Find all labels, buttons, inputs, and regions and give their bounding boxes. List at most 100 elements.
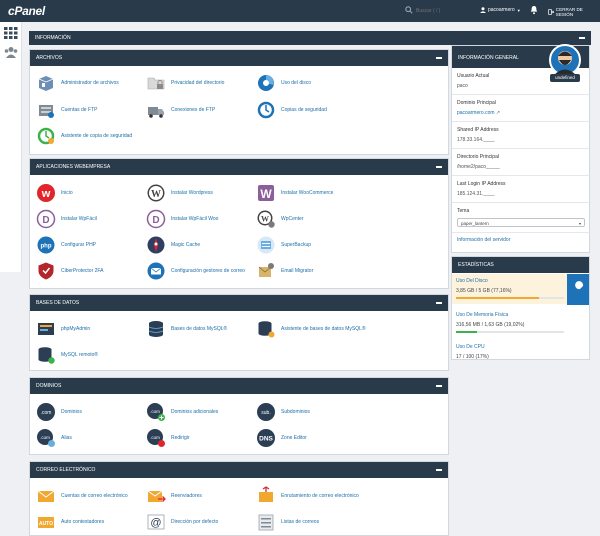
backup-wizard-link[interactable]: Asistente de copia de seguridad — [36, 126, 132, 146]
collapse-minus-icon[interactable] — [436, 57, 442, 59]
database-wizard-icon — [258, 321, 275, 338]
disk-usage-link[interactable]: Uso del disco — [256, 73, 311, 93]
logout-icon — [548, 9, 554, 15]
collapse-minus-icon[interactable] — [436, 302, 442, 304]
user-menu[interactable]: pacoarmero ▼ — [480, 7, 521, 13]
logout-button[interactable]: CERRAR DE SESIÓN — [548, 7, 600, 17]
mailing-lists-link[interactable]: Listas de correos — [256, 512, 319, 532]
disk-usage-bar — [456, 297, 564, 299]
files-panel-header[interactable]: ARCHIVOS — [30, 50, 448, 66]
svg-text:W: W — [151, 189, 161, 200]
statistics-panel: ESTADÍSTICAS Uso Del Disco 3,85 GB / 5 G… — [451, 256, 590, 360]
domains-link[interactable]: .com Dominios — [36, 402, 82, 422]
ciberprotector-link[interactable]: CiberProtector 2FA — [36, 261, 104, 281]
settings-tab[interactable] — [567, 274, 589, 305]
magic-cache-link[interactable]: Magic Cache — [146, 235, 200, 255]
ftp-accounts-link[interactable]: Cuentas de FTP — [36, 100, 97, 120]
collapse-minus-icon[interactable] — [436, 166, 442, 168]
email-title: CORREO ELECTRÓNICO — [36, 467, 96, 473]
svg-text:sub.: sub. — [261, 410, 270, 416]
cpu-usage-stat[interactable]: Uso De CPU 17 / 100 (17%) — [452, 340, 568, 359]
aliases-link[interactable]: .com Alias — [36, 428, 72, 448]
folder-lock-icon — [147, 77, 165, 90]
mysql-databases-link[interactable]: Bases de datos MySQL® — [146, 319, 227, 339]
subdomains-link[interactable]: sub. Subdominios — [256, 402, 310, 422]
grid-home-icon[interactable] — [4, 27, 18, 39]
phpmyadmin-link[interactable]: phpMyAdmin — [36, 319, 90, 339]
collapse-minus-icon[interactable] — [579, 37, 585, 39]
chevron-down-icon: ▼ — [516, 7, 521, 13]
install-wpfacil-link[interactable]: D Instalar WpFácil — [36, 209, 97, 229]
remote-mysql-link[interactable]: MySQL remoto® — [36, 345, 98, 365]
phpmyadmin-icon — [38, 323, 54, 335]
email-routing-link[interactable]: Enrutamiento de correo electrónico — [256, 486, 359, 506]
email-header[interactable]: CORREO ELECTRÓNICO — [30, 462, 448, 478]
inicio-link[interactable]: w Inicio — [36, 183, 73, 203]
mail-managers-config-link[interactable]: Configuración gestores de correo — [146, 261, 245, 281]
install-wpfacil-woo-link[interactable]: D Instalar WpFácil Woo — [146, 209, 218, 229]
webempresa-w-icon: w — [37, 184, 55, 202]
collapse-minus-icon[interactable] — [436, 469, 442, 471]
main-domain-row: Dominio Principal pacoarmero.com ↗ — [452, 95, 591, 122]
shared-ip-row: Shared IP Address 178.33.164.____ — [452, 122, 591, 149]
svg-text:DNS: DNS — [259, 436, 273, 443]
ftp-connections-link[interactable]: Conexiones de FTP — [146, 100, 215, 120]
domains-header[interactable]: DOMINIOS — [30, 378, 448, 394]
configure-php-link[interactable]: php Configurar PHP — [36, 235, 96, 255]
webempresa-apps-header[interactable]: APLICACIONES WEBEMPRESA — [30, 159, 448, 175]
information-bar[interactable]: INFORMACIÓN — [29, 31, 591, 45]
file-manager-icon — [38, 76, 54, 91]
backups-link[interactable]: Copias de seguridad — [256, 100, 327, 120]
ftp-connections-icon — [148, 107, 164, 118]
email-panel: CORREO ELECTRÓNICO Cuentas de correo ele… — [29, 461, 449, 536]
forwarders-link[interactable]: Reenviadores — [146, 486, 202, 506]
install-wordpress-link[interactable]: W Instalar Wordpress — [146, 183, 213, 203]
database-icon — [148, 321, 164, 337]
search-input[interactable] — [416, 5, 468, 16]
left-sidebar — [0, 22, 22, 272]
svg-text:AUTO: AUTO — [39, 521, 53, 527]
main-domain-link[interactable]: pacoarmero.com ↗ — [457, 110, 500, 116]
domains-panel: DOMINIOS .com Dominios .com Dominios adi… — [29, 377, 449, 455]
disk-usage-stat[interactable]: Uso Del Disco 3,85 GB / 5 GB (77,16%) — [452, 274, 568, 304]
memory-usage-stat[interactable]: Uso De Memoria Física 316,56 MB / 1,63 G… — [452, 308, 568, 338]
wpcenter-link[interactable]: W WpCenter — [256, 209, 304, 229]
at-sign-icon: @ — [147, 514, 165, 530]
cpanel-logo[interactable]: cPanel — [8, 4, 45, 18]
statistics-title: ESTADÍSTICAS — [452, 257, 589, 273]
install-woocommerce-link[interactable]: W Instalar WooCommerce — [256, 183, 333, 203]
redirects-link[interactable]: .com Redirigir — [146, 428, 190, 448]
chevron-down-icon: ▾ — [578, 220, 581, 226]
mysql-wizard-link[interactable]: Asistente de bases de datos MySQL® — [256, 319, 366, 339]
superbackup-link[interactable]: SuperBackup — [256, 235, 311, 255]
files-panel: ARCHIVOS Administrador de archivos Priva… — [29, 49, 449, 155]
svg-text:W: W — [261, 215, 269, 224]
databases-header[interactable]: BASES DE DATOS — [30, 295, 448, 311]
file-manager-link[interactable]: Administrador de archivos — [36, 73, 119, 93]
users-icon[interactable] — [4, 46, 18, 58]
collapse-minus-icon[interactable] — [436, 385, 442, 387]
email-migrator-link[interactable]: Email Migrator — [256, 261, 313, 281]
mailing-list-icon — [258, 514, 274, 531]
email-migrator-icon — [258, 263, 274, 277]
wordpress-icon: W — [147, 184, 165, 202]
theme-select[interactable]: paper_lantern ▾ — [457, 218, 585, 227]
autoresponders-link[interactable]: AUTO Auto contestadores — [36, 512, 104, 532]
magic-cache-icon — [147, 236, 165, 254]
top-navigation-bar: cPanel pacoarmero ▼ CERRAR DE SESIÓN — [0, 0, 600, 22]
notifications-bell-icon[interactable] — [530, 5, 538, 15]
alias-icon: .com — [37, 429, 55, 447]
addon-domains-link[interactable]: .com Dominios adicionales — [146, 402, 218, 422]
search-icon — [405, 6, 413, 14]
mail-settings-icon — [147, 262, 165, 280]
server-info-link[interactable]: Información del servidor — [457, 237, 510, 243]
routing-icon — [259, 486, 273, 502]
directory-privacy-link[interactable]: Privacidad del directorio — [146, 73, 224, 93]
avatar-name-label: undefined — [550, 74, 580, 82]
logout-label: CERRAR DE SESIÓN — [555, 7, 583, 17]
databases-panel: BASES DE DATOS phpMyAdmin Bases de datos… — [29, 294, 449, 371]
default-address-link[interactable]: @ Dirección por defecto — [146, 512, 218, 532]
email-accounts-link[interactable]: Cuentas de correo electrónico — [36, 486, 128, 506]
zone-editor-link[interactable]: DNS Zone Editor — [256, 428, 307, 448]
remote-database-icon — [38, 347, 55, 364]
